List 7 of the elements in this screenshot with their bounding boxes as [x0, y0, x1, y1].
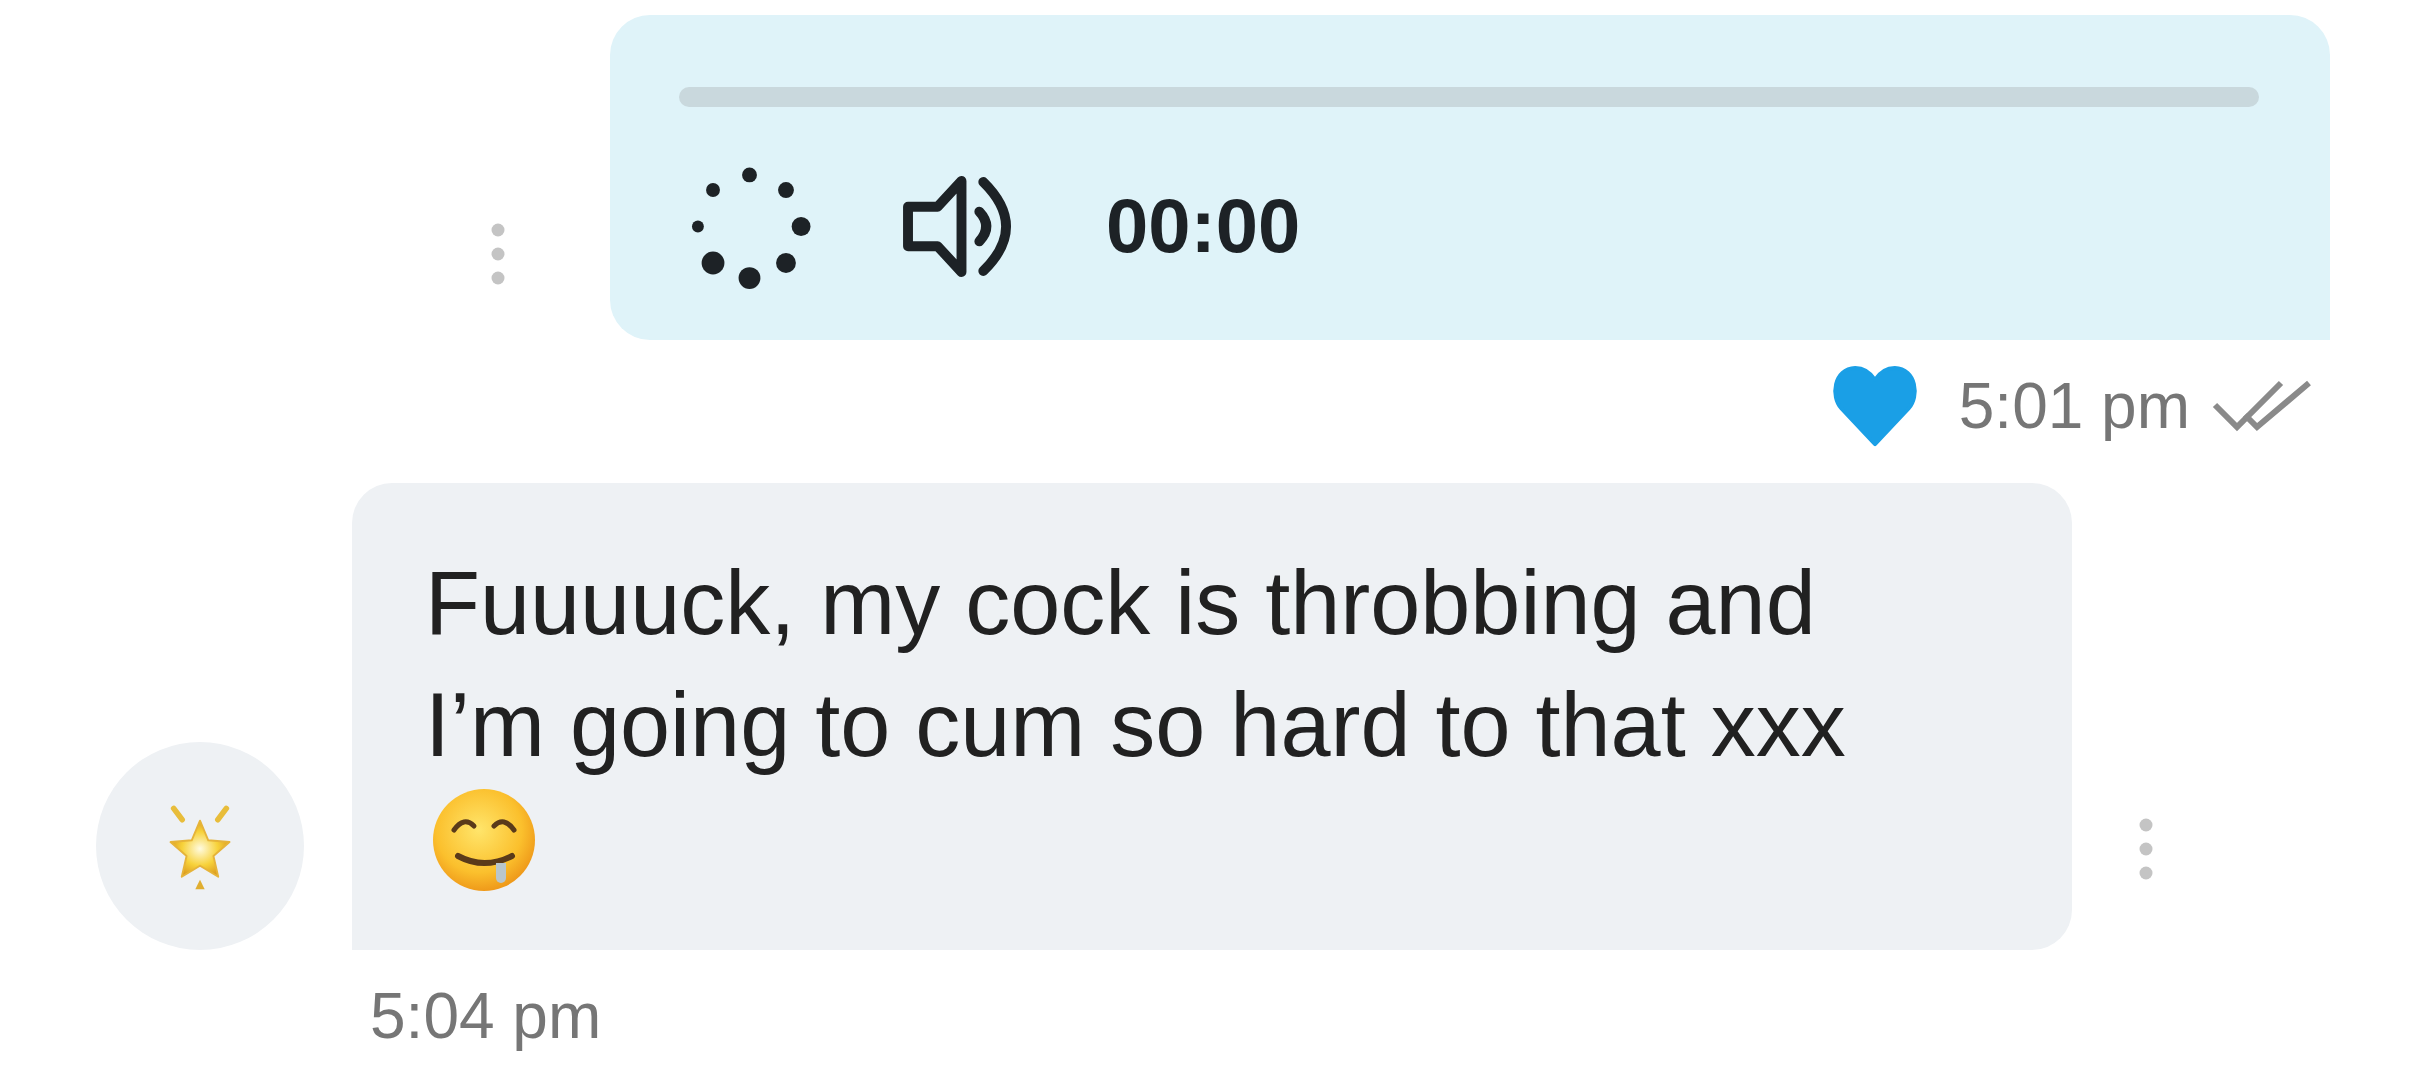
audio-progress-track[interactable]: [679, 87, 2259, 107]
audio-duration: 00:00: [1106, 188, 1301, 264]
message-text: Fuuuuck, my cock is throbbing and I’m going to cum so hard to that xxx: [425, 552, 1847, 777]
heart-icon[interactable]: [1830, 363, 1919, 448]
drooling-face-icon: [430, 786, 538, 894]
more-icon[interactable]: [2139, 818, 2153, 880]
more-icon[interactable]: [491, 223, 505, 285]
